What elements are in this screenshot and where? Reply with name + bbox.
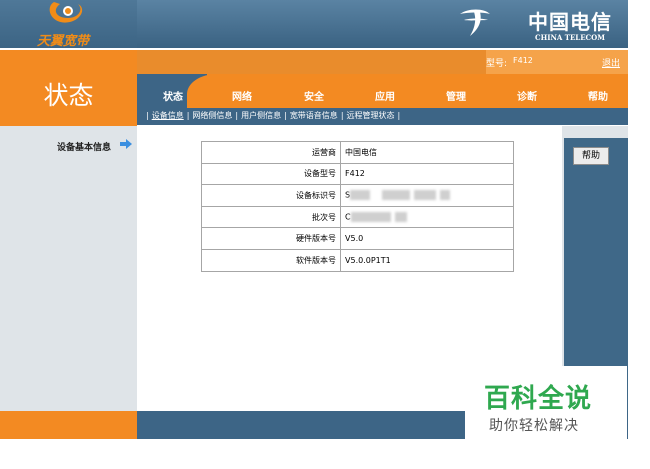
table-row: 设备标识号 S — [201, 184, 514, 207]
redacted-value — [350, 190, 371, 201]
watermark-subtitle: 助你轻松解决 — [489, 418, 579, 434]
tab-network[interactable]: 网络 — [212, 88, 272, 103]
main-tab-bar: 状态 网络 安全 应用 管理 诊断 帮助 — [137, 74, 628, 108]
help-button[interactable]: 帮助 — [573, 147, 609, 165]
tab-status[interactable]: 状态 — [143, 88, 203, 103]
redacted-value — [414, 190, 437, 201]
subnav-broadband-voice-info[interactable]: 宽带语音信息 — [290, 111, 338, 120]
subnav-user-side-info[interactable]: 用户侧信息 — [241, 111, 281, 120]
tianyi-logo-icon — [49, 2, 83, 23]
page-title: 状态 — [43, 81, 94, 110]
subnav-remote-management-status[interactable]: 远程管理状态 — [347, 111, 395, 120]
table-row: 运营商 中国电信 — [201, 141, 514, 164]
model-label: 型号: — [486, 59, 508, 69]
row-label-batch-number: 批次号 — [201, 205, 341, 229]
logo-text: 天翼宽带 — [37, 34, 90, 49]
tab-application[interactable]: 应用 — [355, 88, 415, 103]
row-label-device-model: 设备型号 — [201, 162, 341, 186]
brand-name-cn: 中国电信 — [528, 10, 612, 34]
subnav-device-info[interactable]: 设备信息 — [152, 111, 184, 120]
router-admin-page: 天翼宽带 中国电信 CHINA TELECOM 状态 型号: F412 退出 状… — [0, 0, 650, 469]
subnav-separator: | — [235, 111, 239, 120]
sidebar-item-device-basic-info[interactable]: 设备基本信息 — [57, 140, 111, 153]
row-label-device-id: 设备标识号 — [201, 184, 341, 207]
subnav-separator: | — [340, 111, 344, 120]
row-label-hardware-version: 硬件版本号 — [201, 227, 341, 250]
subnav-separator: | — [284, 111, 287, 120]
arrow-right-icon — [120, 139, 132, 149]
redacted-value — [440, 190, 451, 201]
redacted-value — [382, 190, 411, 201]
table-row: 设备型号 F412 — [201, 162, 514, 186]
logo-area: 天翼宽带 — [0, 0, 137, 49]
brand-name-en: CHINA TELECOM — [535, 33, 605, 42]
row-label-software-version: 软件版本号 — [201, 248, 341, 272]
tab-management[interactable]: 管理 — [426, 88, 486, 103]
row-value-operator: 中国电信 — [340, 141, 514, 164]
row-value-device-id-cell: S — [340, 184, 514, 207]
redacted-value — [350, 212, 391, 223]
table-row: 批次号 C — [201, 205, 514, 229]
model-bar: 型号: F412 退出 — [137, 50, 628, 74]
section-title-area: 状态 — [0, 48, 137, 126]
tab-diagnostics[interactable]: 诊断 — [497, 88, 557, 103]
row-value-batch-number-cell: C — [340, 205, 514, 229]
row-value-hardware-version: V5.0 — [340, 227, 514, 250]
logout-link[interactable]: 退出 — [602, 56, 620, 69]
brand-name: 中国电信 CHINA TELECOM — [528, 6, 612, 42]
subnav-network-side-info[interactable]: 网络侧信息 — [192, 111, 232, 120]
row-value-device-model: F412 — [340, 162, 514, 186]
table-row: 硬件版本号 V5.0 — [201, 227, 514, 250]
device-info-table: 运营商 中国电信 设备型号 F412 设备标识号 S 批次号 C 硬件版本号 V… — [201, 141, 514, 272]
subnav-separator: | — [397, 111, 401, 120]
tab-security[interactable]: 安全 — [284, 88, 344, 103]
header-banner: 中国电信 CHINA TELECOM — [137, 0, 628, 48]
watermark-title: 百科全说 — [484, 384, 593, 414]
row-value-software-version: V5.0.0P1T1 — [340, 248, 514, 272]
row-label-operator: 运营商 — [201, 141, 341, 164]
model-value: F412 — [513, 56, 533, 65]
tab-help[interactable]: 帮助 — [568, 88, 628, 103]
subnav-separator: | — [146, 111, 149, 120]
china-telecom-icon — [460, 9, 490, 36]
sub-navigation: | 设备信息 | 网络侧信息 | 用户侧信息 | 宽带语音信息 | 远程管理状态 | — [137, 108, 628, 125]
footer-left — [0, 411, 137, 439]
sidebar: 设备基本信息 — [0, 126, 137, 411]
table-row: 软件版本号 V5.0.0P1T1 — [201, 248, 514, 272]
redacted-value — [394, 212, 407, 223]
